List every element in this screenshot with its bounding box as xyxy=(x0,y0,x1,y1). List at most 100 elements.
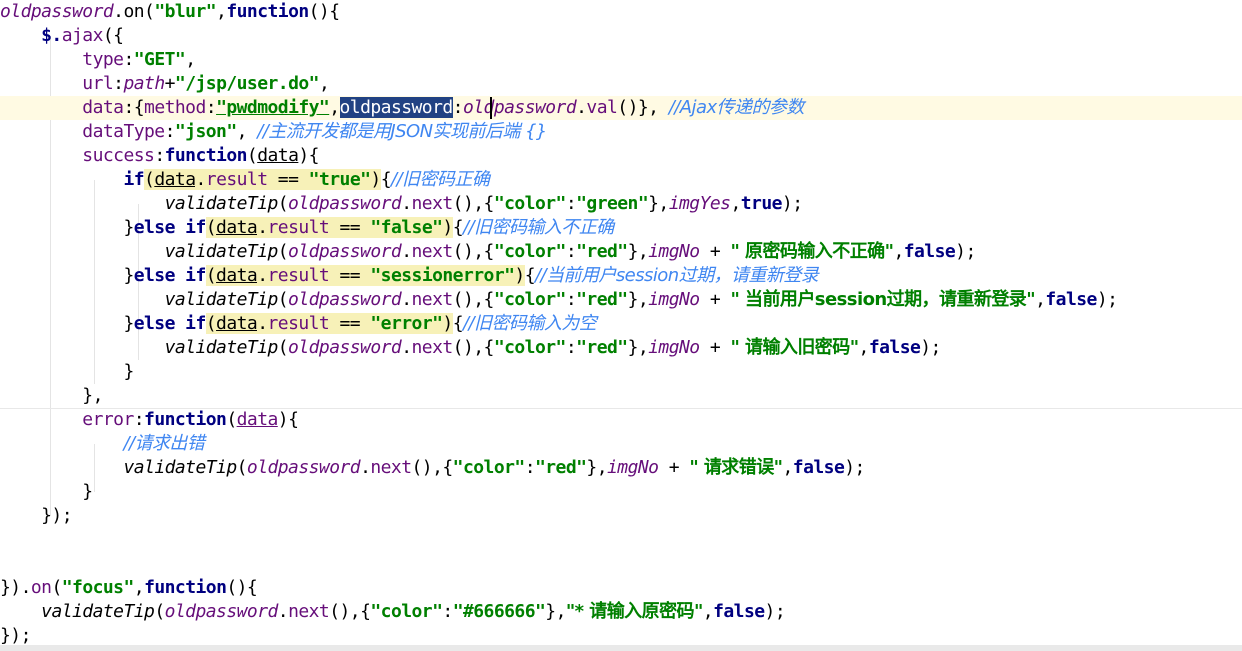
code-token: //Ajax传递的参数 xyxy=(668,97,805,118)
code-line[interactable]: validateTip(oldpassword.next(),{"color":… xyxy=(0,336,1242,360)
code-token: data xyxy=(257,145,299,166)
code-line[interactable]: validateTip(oldpassword.next(),{"color":… xyxy=(0,600,1242,624)
code-token: , xyxy=(185,49,196,70)
code-token: else if xyxy=(133,313,207,334)
code-line[interactable]: oldpassword.on("blur",function(){ xyxy=(0,0,1242,24)
code-token: : xyxy=(123,49,134,70)
code-token: "green" xyxy=(576,193,649,214)
code-token: "red" xyxy=(534,457,587,478)
code-token: ( xyxy=(205,217,217,238)
code-line[interactable] xyxy=(0,528,1242,552)
code-line[interactable]: type:"GET", xyxy=(0,48,1242,72)
code-line[interactable]: }else if(data.result == "error"){//旧密码输入… xyxy=(0,312,1242,336)
code-token: (),{ xyxy=(452,193,495,214)
code-token: "pwdmodify" xyxy=(216,97,330,118)
code-token: oldpassword xyxy=(0,1,114,22)
code-token: ajax xyxy=(61,25,104,46)
code-token: , xyxy=(730,193,741,214)
code-token: data xyxy=(216,265,258,286)
code-token: validateTip xyxy=(164,337,279,358)
code-line[interactable] xyxy=(0,552,1242,576)
code-line[interactable]: url:path+"/jsp/user.do", xyxy=(0,72,1242,96)
code-token: "red" xyxy=(576,337,628,358)
code-token: , xyxy=(702,601,714,622)
code-line[interactable]: success:function(data){ xyxy=(0,144,1242,168)
code-token: false xyxy=(713,601,765,622)
code-line[interactable]: }).on("focus",function(){ xyxy=(0,576,1242,600)
code-line[interactable]: validateTip(oldpassword.next(),{"color":… xyxy=(0,456,1242,480)
code-line[interactable]: data:{method:"pwdmodify",oldpassword:old… xyxy=(0,96,1242,120)
code-token: next xyxy=(370,457,412,478)
code-token: , xyxy=(318,73,330,94)
code-token: == xyxy=(267,169,309,190)
code-token: }, xyxy=(545,601,566,622)
code-token: ( xyxy=(277,337,289,358)
code-token: ); xyxy=(764,601,786,622)
code-token: false xyxy=(903,241,956,262)
code-token: . xyxy=(257,217,268,238)
code-line[interactable]: //请求出错 xyxy=(0,432,1242,456)
code-token: . xyxy=(360,457,371,478)
code-token: } xyxy=(0,361,134,382)
horizontal-scrollbar[interactable] xyxy=(0,645,1242,651)
code-token: method xyxy=(144,97,206,118)
code-token: " 当前用户session过期，请重新登录" xyxy=(730,289,1036,310)
code-token: imgNo xyxy=(648,337,700,358)
code-token: : xyxy=(442,601,453,622)
code-token: val xyxy=(586,97,618,118)
code-token: ); xyxy=(1096,289,1118,310)
code-token: }); xyxy=(0,505,73,526)
code-line[interactable]: }else if(data.result == "false"){//旧密码输入… xyxy=(0,216,1242,240)
code-token: "focus" xyxy=(61,577,135,598)
code-line[interactable]: } xyxy=(0,360,1242,384)
code-line[interactable]: error:function(data){ xyxy=(0,408,1242,432)
code-token: "color" xyxy=(493,337,567,358)
code-token: : xyxy=(524,457,536,478)
code-token: (),{ xyxy=(329,601,371,622)
code-token: + xyxy=(658,457,690,478)
code-token: }, xyxy=(0,385,103,406)
code-token: data xyxy=(82,97,124,118)
code-line[interactable]: } xyxy=(0,480,1242,504)
code-token: . xyxy=(401,337,412,358)
code-token: }, xyxy=(648,193,669,214)
code-line[interactable]: }); xyxy=(0,504,1242,528)
code-token: . xyxy=(257,265,268,286)
code-line[interactable]: }else if(data.result == "sessionerror"){… xyxy=(0,264,1242,288)
code-line[interactable]: }, xyxy=(0,384,1242,409)
code-token: "color" xyxy=(493,193,567,214)
code-token: : xyxy=(565,289,577,310)
code-line[interactable]: validateTip(oldpassword.next(),{"color":… xyxy=(0,192,1242,216)
code-token: next xyxy=(411,337,454,358)
code-editor[interactable]: oldpassword.on("blur",function(){ $.ajax… xyxy=(0,0,1242,651)
code-line[interactable]: validateTip(oldpassword.next(),{"color":… xyxy=(0,240,1242,264)
code-line[interactable]: validateTip(oldpassword.next(),{"color":… xyxy=(0,288,1242,312)
code-token: }, xyxy=(627,337,649,358)
code-token: oldpassword xyxy=(339,97,453,118)
code-token: imgNo xyxy=(607,457,659,478)
code-token: ); xyxy=(955,241,976,262)
code-token: "GET" xyxy=(133,49,186,70)
code-token: (),{ xyxy=(452,337,495,358)
code-token: : xyxy=(113,73,124,94)
code-token: validateTip xyxy=(164,193,279,214)
code-token: , xyxy=(236,121,258,142)
code-token: //请求出错 xyxy=(123,433,205,454)
code-token: "true" xyxy=(308,169,371,190)
code-token: next xyxy=(288,601,330,622)
code-token: . xyxy=(257,313,268,334)
code-line[interactable]: dataType:"json", //主流开发都是用JSON实现前后端 {} xyxy=(0,120,1242,144)
code-line[interactable]: $.ajax({ xyxy=(0,24,1242,48)
code-token: }). xyxy=(0,577,31,598)
code-token: false xyxy=(792,457,845,478)
code-token: " 原密码输入不正确" xyxy=(730,241,894,262)
code-token: function xyxy=(164,145,248,166)
code-line[interactable]: if(data.result == "true"){//旧密码正确 xyxy=(0,168,1242,192)
